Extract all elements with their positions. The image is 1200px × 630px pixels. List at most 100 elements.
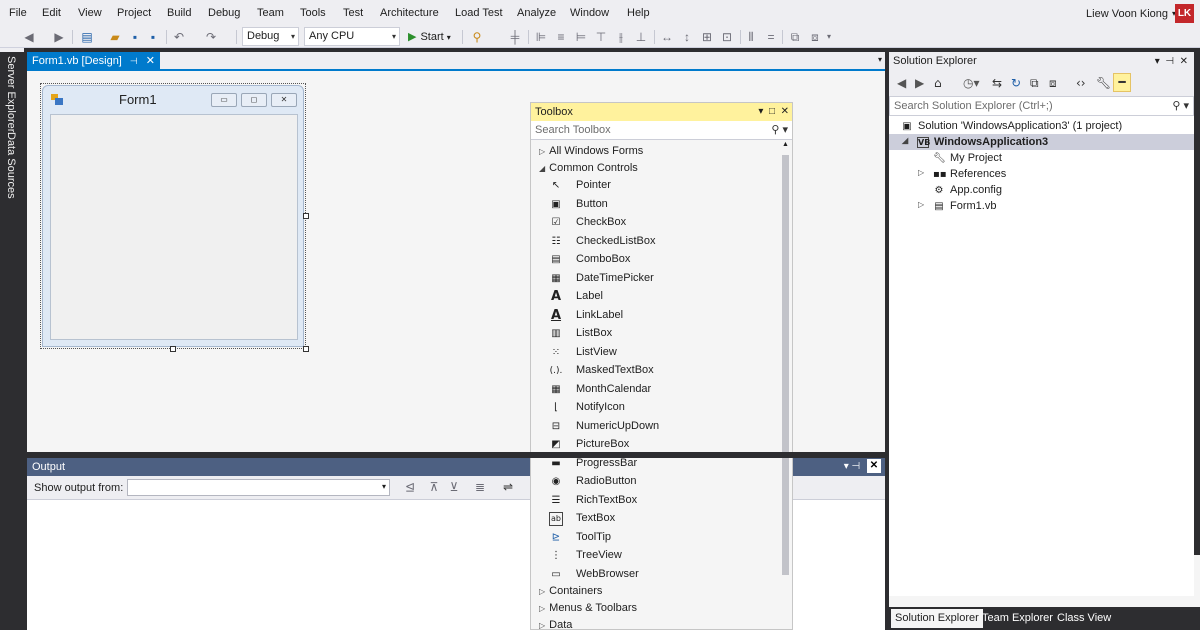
menu-build[interactable]: Build bbox=[167, 7, 191, 19]
save-all-icon[interactable]: ▪ bbox=[146, 29, 160, 45]
form-window[interactable]: Form1 ▭ ◻ ✕ bbox=[42, 85, 304, 347]
menu-view[interactable]: View bbox=[78, 7, 102, 19]
search-icon[interactable]: ⚲ ▾ bbox=[771, 121, 788, 140]
vertical-spacing-icon[interactable]: = bbox=[764, 29, 778, 45]
toolbox-category-menus-toolbars[interactable]: ▷ Menus & Toolbars bbox=[539, 602, 637, 614]
tab-solution-explorer[interactable]: Solution Explorer bbox=[891, 609, 983, 628]
home-icon[interactable]: ⌂ bbox=[934, 76, 942, 90]
align-lefts-icon[interactable]: ⊫ bbox=[534, 29, 548, 45]
menu-tools[interactable]: Tools bbox=[300, 7, 326, 19]
form-client-area[interactable] bbox=[50, 114, 298, 340]
toolbox-item-checkedlistbox[interactable]: ☷ CheckedListBox bbox=[531, 233, 777, 251]
pin-icon[interactable]: ⊣ bbox=[852, 461, 861, 472]
properties-icon[interactable]: 🔧︎ bbox=[1096, 76, 1111, 90]
make-same-size-icon[interactable]: ⊞ bbox=[700, 29, 714, 45]
solution-explorer-search-input[interactable]: Search Solution Explorer (Ctrl+;) ⚲ ▾ bbox=[889, 96, 1194, 116]
avatar[interactable]: LK bbox=[1175, 4, 1194, 23]
collapse-all-icon[interactable]: ⧉ bbox=[1030, 76, 1039, 91]
forward-icon[interactable]: ▶ bbox=[915, 76, 924, 90]
expand-icon[interactable]: ▷ bbox=[918, 168, 924, 177]
toolbox-item-maskedtextbox[interactable]: (.). MaskedTextBox bbox=[531, 362, 777, 380]
toolbox-item-numericupdown[interactable]: ⊟ NumericUpDown bbox=[531, 418, 777, 436]
save-icon[interactable]: ▪ bbox=[128, 29, 142, 45]
toolbox-item-textbox[interactable]: ab TextBox bbox=[531, 510, 777, 528]
window-position-chevron-down-icon[interactable]: ▾ bbox=[758, 106, 763, 117]
server-explorer-tab[interactable]: Server Explorer bbox=[5, 56, 17, 132]
data-sources-tab[interactable]: Data Sources bbox=[5, 132, 17, 199]
size-to-grid-icon[interactable]: ⊡ bbox=[720, 29, 734, 45]
menu-debug[interactable]: Debug bbox=[208, 7, 240, 19]
toolbox-scrollbar[interactable]: ▲ bbox=[781, 141, 790, 629]
menu-file[interactable]: File bbox=[9, 7, 27, 19]
send-to-back-icon[interactable]: ⧈ bbox=[808, 29, 822, 45]
layout-icon[interactable]: ╪ bbox=[508, 29, 522, 45]
menu-help[interactable]: Help bbox=[627, 7, 650, 19]
horizontal-spacing-icon[interactable]: ⫴ bbox=[744, 29, 758, 45]
tab-class-view[interactable]: Class View bbox=[1053, 609, 1115, 628]
menu-team[interactable]: Team bbox=[257, 7, 284, 19]
toolbox-category-common-controls[interactable]: ◢ Common Controls bbox=[539, 162, 638, 174]
align-bottoms-icon[interactable]: ⊥ bbox=[634, 29, 648, 45]
tree-item-references[interactable]: ▷ ▪▪ References bbox=[918, 168, 1006, 180]
preview-selected-items-icon[interactable]: ━ bbox=[1113, 73, 1131, 92]
next-message-icon[interactable]: ⊻ bbox=[447, 479, 461, 495]
toolbox-item-checkbox[interactable]: ☑ CheckBox bbox=[531, 214, 777, 232]
toolbox-item-listbox[interactable]: ▥ ListBox bbox=[531, 325, 777, 343]
undo-icon[interactable]: ↶ bbox=[172, 29, 186, 45]
tree-item-my-project[interactable]: 🔧︎ My Project bbox=[933, 152, 1002, 164]
make-same-height-icon[interactable]: ↕ bbox=[680, 29, 694, 45]
redo-icon[interactable]: ↷ bbox=[204, 29, 218, 45]
pending-changes-filter-icon[interactable]: ◷▾ bbox=[963, 76, 980, 90]
tab-form1-design[interactable]: Form1.vb [Design] ⊣ ✕ bbox=[27, 52, 160, 71]
window-position-chevron-down-icon[interactable]: ▾ bbox=[1155, 56, 1160, 67]
toolbox-item-combobox[interactable]: ▤ ComboBox bbox=[531, 251, 777, 269]
open-file-icon[interactable]: ▰ bbox=[108, 29, 122, 45]
previous-message-icon[interactable]: ⊼ bbox=[427, 479, 441, 495]
toolbox-category-all-windows-forms[interactable]: ▷ All Windows Forms bbox=[539, 145, 643, 157]
pin-icon[interactable]: ⊣ bbox=[1165, 56, 1174, 67]
search-icon[interactable]: ⚲ ▾ bbox=[1172, 97, 1189, 115]
close-icon[interactable]: ✕ bbox=[781, 106, 789, 117]
navigate-forward-icon[interactable]: ▶ bbox=[52, 29, 66, 45]
window-position-chevron-down-icon[interactable]: ▾ bbox=[844, 461, 849, 472]
menu-window[interactable]: Window bbox=[570, 7, 609, 19]
toolbox-item-webbrowser[interactable]: ▭ WebBrowser bbox=[531, 566, 777, 584]
expand-icon[interactable]: ▷ bbox=[918, 200, 924, 209]
navigate-back-icon[interactable]: ◀ bbox=[22, 29, 36, 45]
toolbox-item-richtextbox[interactable]: ☰ RichTextBox bbox=[531, 492, 777, 510]
close-icon[interactable]: ✕ bbox=[146, 55, 155, 67]
toolbox-item-treeview[interactable]: ⋮ TreeView bbox=[531, 547, 777, 565]
menu-architecture[interactable]: Architecture bbox=[380, 7, 439, 19]
sync-icon[interactable]: ⇆ bbox=[992, 76, 1002, 90]
show-output-from-select[interactable]: ▾ bbox=[127, 479, 390, 496]
make-same-width-icon[interactable]: ↔ bbox=[660, 29, 674, 45]
show-all-files-icon[interactable]: ⧈ bbox=[1049, 76, 1057, 91]
align-tops-icon[interactable]: ⊤ bbox=[594, 29, 608, 45]
menu-analyze[interactable]: Analyze bbox=[517, 7, 556, 19]
toolbox-category-containers[interactable]: ▷ Containers bbox=[539, 585, 602, 597]
resize-handle-bottom[interactable] bbox=[170, 346, 176, 352]
refresh-icon[interactable]: ↻ bbox=[1011, 76, 1021, 90]
menu-test[interactable]: Test bbox=[343, 7, 363, 19]
find-icon[interactable]: ⚲ bbox=[470, 29, 484, 45]
word-wrap-icon[interactable]: ⇌ bbox=[501, 479, 515, 495]
back-icon[interactable]: ◀ bbox=[897, 76, 906, 90]
toolbox-item-notifyicon[interactable]: ⌊ NotifyIcon bbox=[531, 399, 777, 417]
collapse-icon[interactable]: ◢ bbox=[902, 136, 908, 145]
clear-all-icon[interactable]: ≣ bbox=[473, 479, 487, 495]
toolbox-item-pointer[interactable]: ↖ Pointer bbox=[531, 177, 777, 195]
bring-to-front-icon[interactable]: ⧉ bbox=[788, 29, 802, 45]
user-name[interactable]: Liew Voon Kiong bbox=[1086, 8, 1168, 20]
menu-project[interactable]: Project bbox=[117, 7, 151, 19]
scrollbar-thumb[interactable] bbox=[782, 155, 789, 575]
close-icon[interactable]: ✕ bbox=[1180, 56, 1188, 67]
toolbox-item-monthcalendar[interactable]: ▦ MonthCalendar bbox=[531, 381, 777, 399]
toolbox-search-input[interactable]: Search Toolbox ⚲ ▾ bbox=[531, 121, 792, 140]
start-button[interactable]: ▶ Start ▾ bbox=[408, 29, 451, 46]
align-rights-icon[interactable]: ⊨ bbox=[574, 29, 588, 45]
solution-platform-select[interactable]: Any CPU ▾ bbox=[304, 27, 400, 46]
toolbox-item-button[interactable]: ▣ Button bbox=[531, 196, 777, 214]
toolbox-category-data[interactable]: ▷ Data bbox=[539, 619, 572, 630]
scroll-up-icon[interactable]: ▲ bbox=[782, 141, 789, 148]
tree-item-form1-vb[interactable]: ▷ ▤ Form1.vb bbox=[918, 200, 996, 212]
